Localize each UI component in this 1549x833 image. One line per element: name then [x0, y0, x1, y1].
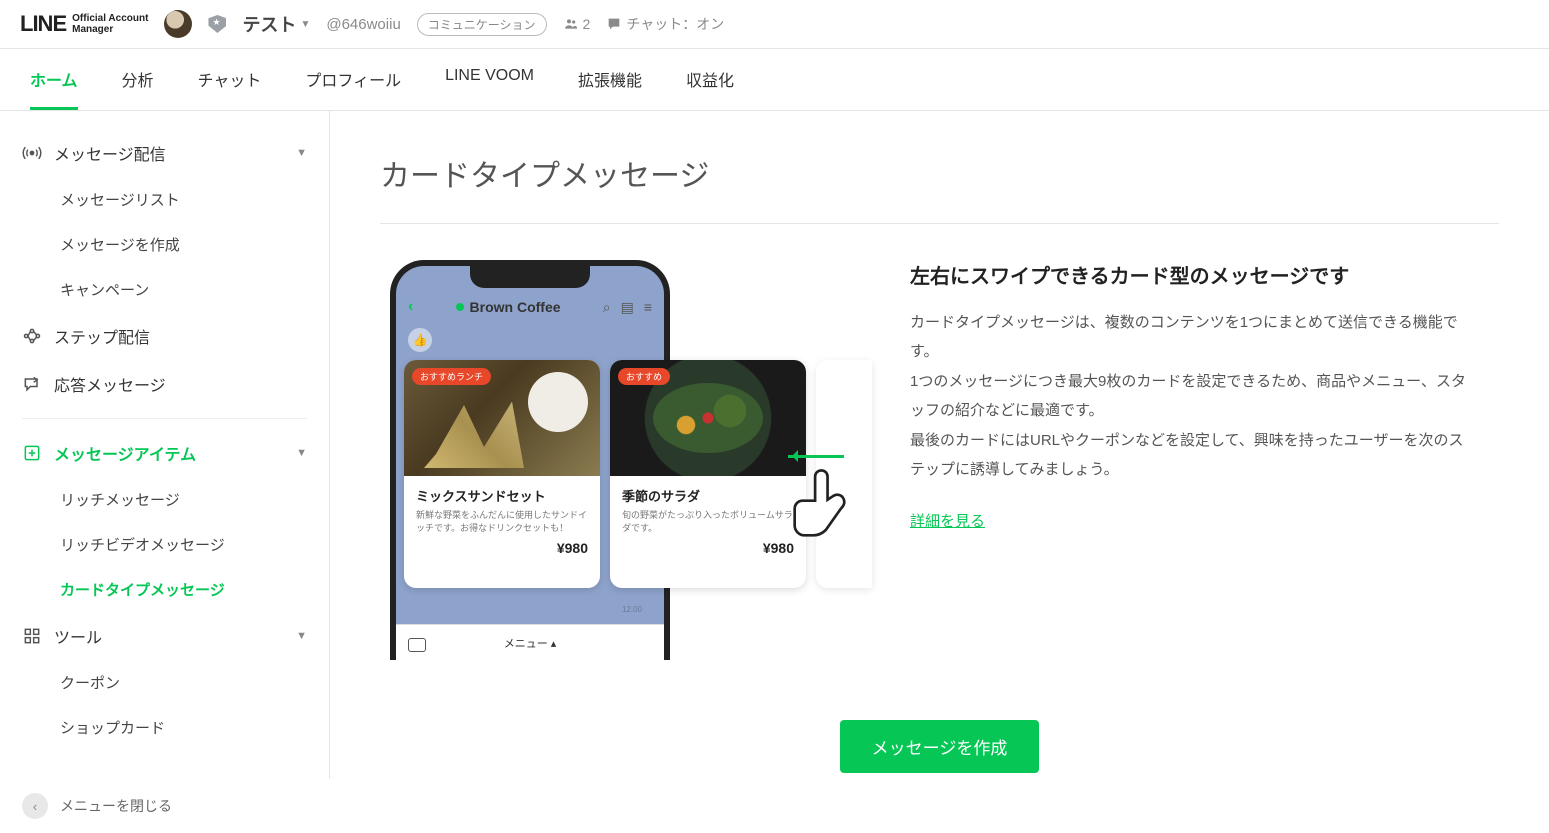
- avatar[interactable]: [164, 10, 192, 38]
- card-title: ミックスサンドセット: [416, 486, 588, 505]
- tab-analytics[interactable]: 分析: [122, 49, 154, 110]
- tab-linevoom[interactable]: LINE VOOM: [445, 49, 534, 110]
- chat-icon: [606, 16, 622, 32]
- tools-icon: [22, 626, 42, 646]
- search-icon: ⌕: [603, 299, 611, 316]
- preview-card-2: おすすめ 季節のサラダ 旬の野菜がたっぷり入ったボリュームサラダです。 ¥980: [610, 360, 806, 588]
- sidebar-collapse[interactable]: ‹ メニューを閉じる: [0, 779, 330, 826]
- phone-chat-name: Brown Coffee: [456, 299, 561, 315]
- desc-paragraph-1: カードタイプメッセージは、複数のコンテンツを1つにまとめて送信できる機能です。: [910, 309, 1470, 366]
- card-image: おすすめ: [610, 360, 806, 476]
- desc-heading: 左右にスワイプできるカード型のメッセージです: [910, 260, 1470, 289]
- logo[interactable]: LINE Official Account Manager: [20, 11, 148, 37]
- phone-top-icons: ⌕ ▤ ≡: [603, 299, 652, 316]
- sidebar-label: ツール: [54, 624, 102, 648]
- account-name-text: テスト: [242, 11, 296, 37]
- chat-name-text: Brown Coffee: [470, 299, 561, 315]
- back-icon: ‹: [408, 298, 413, 316]
- sidebar-section-message[interactable]: メッセージ配信 ▼: [0, 129, 329, 177]
- logo-sub-line2: Manager: [72, 24, 113, 35]
- sidebar-item-rich-message[interactable]: リッチメッセージ: [0, 477, 329, 522]
- card-desc: 新鮮な野菜をふんだんに使用したサンドイッチです。お得なドリンクセットも！: [416, 509, 588, 534]
- card-title: 季節のサラダ: [622, 486, 794, 505]
- message-time: 12:00: [622, 605, 642, 614]
- tab-extensions[interactable]: 拡張機能: [578, 49, 642, 110]
- sidebar-section-tools[interactable]: ツール ▼: [0, 612, 329, 660]
- description-column: 左右にスワイプできるカード型のメッセージです カードタイプメッセージは、複数のコ…: [910, 260, 1470, 531]
- tab-chat[interactable]: チャット: [198, 49, 262, 110]
- menu-icon: ≡: [644, 299, 652, 316]
- collapse-icon: ‹: [22, 793, 48, 819]
- header-bar: LINE Official Account Manager テスト ▼ @646…: [0, 0, 1549, 49]
- details-link[interactable]: 詳細を見る: [910, 510, 985, 531]
- sidebar-item-step[interactable]: ステップ配信: [0, 312, 329, 360]
- account-selector[interactable]: テスト ▼: [242, 11, 310, 37]
- thumbs-icon: 👍: [408, 328, 432, 352]
- plan-tag: コミュニケーション: [417, 13, 547, 36]
- sidebar-item-autoreply[interactable]: 応答メッセージ: [0, 360, 329, 408]
- sidebar-item-shop-card[interactable]: ショップカード: [0, 705, 329, 750]
- phone-menu-label: メニュー ▴: [504, 635, 557, 651]
- logo-subtitle: Official Account Manager: [72, 13, 148, 35]
- card-price: ¥980: [622, 540, 794, 556]
- logo-text: LINE: [20, 11, 66, 37]
- sidebar-item-coupon[interactable]: クーポン: [0, 660, 329, 705]
- people-icon: [563, 16, 579, 32]
- chat-status-text: チャット：オン: [626, 14, 724, 34]
- status-dot-icon: [456, 303, 464, 311]
- followers-number: 2: [583, 16, 591, 32]
- phone-notch: [470, 266, 590, 288]
- phone-bottom-bar: メニュー ▴: [396, 624, 664, 660]
- card-tag: おすすめランチ: [412, 368, 491, 385]
- preview-card-1: おすすめランチ ミックスサンドセット 新鮮な野菜をふんだんに使用したサンドイッチ…: [404, 360, 600, 588]
- card-price: ¥980: [416, 540, 588, 556]
- sidebar-section-items[interactable]: メッセージアイテム ▼: [0, 429, 329, 477]
- phone-preview: ‹ Brown Coffee ⌕ ▤ ≡ 👍 12:00: [380, 260, 860, 660]
- main-tabs: ホーム 分析 チャット プロフィール LINE VOOM 拡張機能 収益化: [0, 49, 1549, 111]
- sidebar-label: メッセージアイテム: [54, 441, 196, 465]
- card-desc: 旬の野菜がたっぷり入ったボリュームサラダです。: [622, 509, 794, 534]
- sidebar: メッセージ配信 ▼ メッセージリスト メッセージを作成 キャンペーン ステップ配…: [0, 111, 330, 826]
- followers-count[interactable]: 2: [563, 16, 591, 32]
- account-id: @646woiiu: [326, 16, 400, 33]
- sidebar-item-rich-video[interactable]: リッチビデオメッセージ: [0, 522, 329, 567]
- divider: [22, 418, 307, 419]
- page-title: カードタイプメッセージ: [380, 151, 1499, 195]
- shield-icon: [208, 15, 226, 33]
- broadcast-icon: [22, 143, 42, 163]
- sidebar-label: メッセージ配信: [54, 141, 166, 165]
- tab-profile[interactable]: プロフィール: [305, 49, 401, 110]
- hand-icon: [788, 466, 860, 546]
- sidebar-label: ステップ配信: [54, 324, 150, 348]
- arrow-left-icon: [788, 455, 844, 458]
- divider: [380, 223, 1499, 224]
- desc-paragraph-3: 最後のカードにはURLやクーポンなどを設定して、興味を持ったユーザーを次のステッ…: [910, 427, 1470, 484]
- step-icon: [22, 326, 42, 346]
- tab-home[interactable]: ホーム: [30, 49, 78, 110]
- chevron-down-icon: ▼: [296, 630, 307, 642]
- sidebar-item-message-create[interactable]: メッセージを作成: [0, 222, 329, 267]
- tab-monetize[interactable]: 収益化: [686, 49, 734, 110]
- sidebar-item-message-list[interactable]: メッセージリスト: [0, 177, 329, 222]
- add-item-icon: [22, 443, 42, 463]
- sidebar-label: 応答メッセージ: [54, 372, 166, 396]
- sidebar-item-campaign[interactable]: キャンペーン: [0, 267, 329, 312]
- logo-sub-line1: Official Account: [72, 13, 148, 24]
- reply-icon: [22, 374, 42, 394]
- caret-down-icon: ▼: [300, 19, 310, 30]
- swipe-indicator: [788, 455, 860, 551]
- chat-status[interactable]: チャット：オン: [606, 14, 724, 34]
- card-image: おすすめランチ: [404, 360, 600, 476]
- keyboard-icon: [408, 638, 426, 652]
- create-message-button[interactable]: メッセージを作成: [840, 720, 1040, 773]
- chevron-down-icon: ▼: [296, 447, 307, 459]
- main-content: カードタイプメッセージ ‹ Brown Coffee ⌕ ▤: [330, 111, 1549, 826]
- note-icon: ▤: [621, 299, 634, 316]
- collapse-label: メニューを閉じる: [60, 796, 172, 816]
- desc-paragraph-2: 1つのメッセージにつき最大9枚のカードを設定できるため、商品やメニュー、スタッフ…: [910, 368, 1470, 425]
- chevron-down-icon: ▼: [296, 147, 307, 159]
- sidebar-item-card-type[interactable]: カードタイプメッセージ: [0, 567, 329, 612]
- card-tag: おすすめ: [618, 368, 670, 385]
